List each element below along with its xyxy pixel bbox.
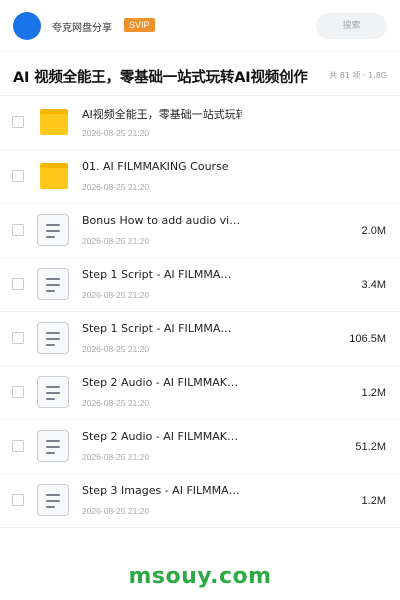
select-checkbox[interactable] xyxy=(12,170,24,182)
file-list: AI视频全能王，零基础一站式玩转AI视频创作 2026-08-25 21:20 … xyxy=(0,96,400,528)
list-item[interactable]: Bonus How to add audio vi… 2026-08-25 21… xyxy=(0,204,400,258)
list-item[interactable]: Step 1 Script - AI FILMMA… 2026-08-25 21… xyxy=(0,312,400,366)
page-title: AI 视频全能王，零基础一站式玩转AI视频创作 xyxy=(13,70,308,86)
file-date: 2026-08-25 21:20 xyxy=(82,128,150,138)
file-date: 2026-08-25 21:20 xyxy=(82,452,150,462)
document-icon xyxy=(37,484,69,516)
svip-badge: SVIP xyxy=(124,18,155,32)
share-owner-name: 夸克网盘分享 xyxy=(52,23,112,34)
select-checkbox[interactable] xyxy=(12,386,24,398)
list-item[interactable]: Step 1 Script - AI FILMMA… 2026-08-25 21… xyxy=(0,258,400,312)
app-header: 夸克网盘分享 SVIP 搜索 xyxy=(0,0,400,52)
file-size: 106.5M xyxy=(349,333,386,345)
file-name: Step 2 Audio - AI FILMMAK… xyxy=(82,430,238,443)
select-checkbox[interactable] xyxy=(12,224,24,236)
file-date: 2026-08-25 21:20 xyxy=(82,398,150,408)
file-name: Step 2 Audio - AI FILMMAK… xyxy=(82,376,238,389)
file-size: 2.0M xyxy=(361,225,386,237)
document-icon xyxy=(37,376,69,408)
avatar[interactable] xyxy=(13,12,41,40)
item-count-summary: 共 81 项 · 1.8G xyxy=(329,71,387,80)
list-item[interactable]: AI视频全能王，零基础一站式玩转AI视频创作 2026-08-25 21:20 xyxy=(0,96,400,150)
folder-icon xyxy=(40,163,68,189)
file-date: 2026-08-25 21:20 xyxy=(82,182,150,192)
document-icon xyxy=(37,430,69,462)
file-size: 1.2M xyxy=(361,387,386,399)
file-date: 2026-08-25 21:20 xyxy=(82,344,150,354)
file-size: 3.4M xyxy=(361,279,386,291)
file-name: 01. AI FILMMAKING Course xyxy=(82,160,229,173)
select-checkbox[interactable] xyxy=(12,494,24,506)
list-item[interactable]: Step 2 Audio - AI FILMMAK… 2026-08-25 21… xyxy=(0,366,400,420)
select-checkbox[interactable] xyxy=(12,116,24,128)
file-size: 51.2M xyxy=(355,441,386,453)
list-item[interactable]: Step 3 Images - AI FILMMA… 2026-08-25 21… xyxy=(0,474,400,528)
file-date: 2026-08-25 21:20 xyxy=(82,290,150,300)
list-item[interactable]: Step 2 Audio - AI FILMMAK… 2026-08-25 21… xyxy=(0,420,400,474)
file-name: Bonus How to add audio vi… xyxy=(82,214,241,227)
folder-icon xyxy=(40,109,68,135)
select-checkbox[interactable] xyxy=(12,440,24,452)
file-date: 2026-08-25 21:20 xyxy=(82,236,150,246)
select-checkbox[interactable] xyxy=(12,278,24,290)
select-checkbox[interactable] xyxy=(12,332,24,344)
title-bar: AI 视频全能王，零基础一站式玩转AI视频创作 共 81 项 · 1.8G xyxy=(0,53,400,96)
document-icon xyxy=(37,268,69,300)
file-name: Step 1 Script - AI FILMMA… xyxy=(82,268,232,281)
search-input[interactable]: 搜索 xyxy=(316,13,387,39)
file-date: 2026-08-25 21:20 xyxy=(82,506,150,516)
file-size: 1.2M xyxy=(361,495,386,507)
list-item[interactable]: 01. AI FILMMAKING Course 2026-08-25 21:2… xyxy=(0,150,400,204)
document-icon xyxy=(37,322,69,354)
site-watermark: msouy.com xyxy=(128,564,272,589)
document-icon xyxy=(37,214,69,246)
file-name: Step 1 Script - AI FILMMA… xyxy=(82,322,232,335)
file-name: AI视频全能王，零基础一站式玩转AI视频创作 xyxy=(82,108,242,121)
file-name: Step 3 Images - AI FILMMA… xyxy=(82,484,240,497)
